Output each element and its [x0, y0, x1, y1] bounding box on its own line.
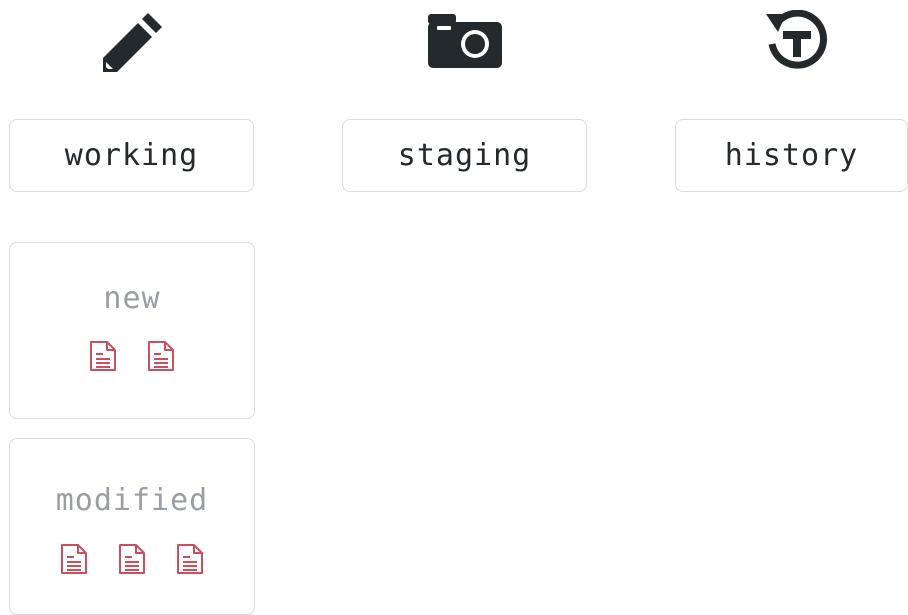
group-modified-title: modified	[55, 483, 209, 518]
file-text-icon	[61, 544, 87, 574]
stage-staging-label: staging	[397, 138, 532, 173]
pencil-icon	[103, 13, 162, 72]
file-text-icon	[177, 544, 203, 574]
stage-working: working	[9, 119, 254, 192]
history-icon	[766, 10, 828, 69]
group-modified: modified	[9, 438, 255, 615]
file-text-icon	[148, 341, 174, 371]
group-new-files	[10, 340, 254, 372]
file-text-icon	[119, 544, 145, 574]
camera-icon	[428, 14, 502, 68]
group-new-title: new	[103, 281, 161, 316]
stage-history-label: history	[724, 138, 859, 173]
stage-staging: staging	[342, 119, 587, 192]
file-text-icon	[90, 341, 116, 371]
group-new: new	[9, 242, 255, 419]
stage-history: history	[675, 119, 908, 192]
group-modified-files	[10, 543, 254, 575]
stage-working-label: working	[64, 138, 199, 173]
